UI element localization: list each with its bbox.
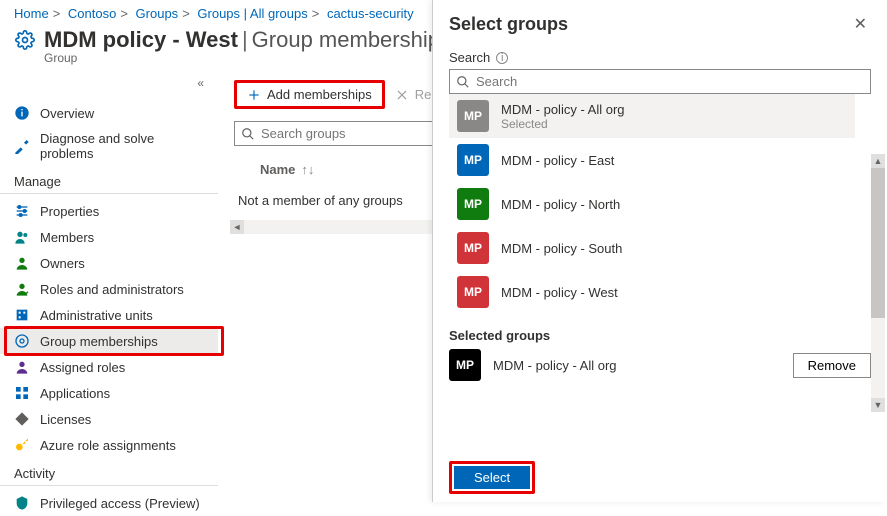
nav-owners[interactable]: Owners [0, 250, 218, 276]
group-name: MDM - policy - East [501, 153, 614, 168]
nav-label: Azure role assignments [40, 438, 176, 453]
group-selected-label: Selected [501, 117, 625, 131]
group-item-east[interactable]: MP MDM - policy - East [449, 138, 855, 182]
admin-icon [14, 281, 30, 297]
key-icon [14, 437, 30, 453]
group-item-west[interactable]: MP MDM - policy - West [449, 270, 855, 314]
sort-icon: ↑↓ [301, 162, 314, 177]
nav-diagnose[interactable]: Diagnose and solve problems [0, 126, 218, 166]
scroll-up-icon[interactable]: ▲ [871, 154, 885, 168]
vertical-scrollbar[interactable]: ▲ ▼ [871, 154, 885, 412]
nav-properties[interactable]: Properties [0, 198, 218, 224]
info-icon[interactable]: i [496, 52, 508, 64]
building-icon [14, 307, 30, 323]
highlight-box-select: Select [449, 461, 535, 494]
collapse-nav-icon[interactable]: « [197, 76, 204, 90]
panel-search-box[interactable] [449, 69, 871, 94]
group-name: MDM - policy - All org [493, 358, 617, 373]
person-icon [14, 255, 30, 271]
nav-section-activity: Activity [0, 458, 218, 486]
crumb-allgroups[interactable]: Groups | All groups [197, 6, 307, 21]
scroll-left-icon[interactable]: ◄ [230, 220, 244, 234]
page-subtitle-section: Group memberships [252, 27, 451, 53]
nav-label: Licenses [40, 412, 91, 427]
group-item-all-org[interactable]: MP MDM - policy - All org Selected [449, 94, 855, 138]
add-memberships-button[interactable]: Add memberships [237, 83, 382, 106]
selected-groups-header: Selected groups [449, 328, 871, 343]
crumb-cactus[interactable]: cactus-security [327, 6, 414, 21]
group-name: MDM - policy - South [501, 241, 622, 256]
group-badge: MP [457, 144, 489, 176]
nav-roles-admins[interactable]: Roles and administrators [0, 276, 218, 302]
nav-label: Assigned roles [40, 360, 125, 375]
group-badge: MP [457, 100, 489, 132]
nav-label: Privileged access (Preview) [40, 496, 200, 511]
nav-licenses[interactable]: Licenses [0, 406, 218, 432]
nav-label: Group memberships [40, 334, 158, 349]
select-button[interactable]: Select [454, 466, 530, 489]
nav-group-memberships[interactable]: Group memberships [0, 328, 218, 354]
nav-label: Diagnose and solve problems [40, 131, 204, 161]
group-name: MDM - policy - All org [501, 102, 625, 117]
side-nav: « Overview Diagnose and solve problems M… [0, 94, 218, 502]
crumb-home[interactable]: Home [14, 6, 49, 21]
nav-label: Owners [40, 256, 85, 271]
nav-label: Administrative units [40, 308, 153, 323]
people-icon [14, 229, 30, 245]
selected-group-row: MP MDM - policy - All org Remove [449, 349, 871, 381]
group-badge: MP [457, 188, 489, 220]
info-icon [14, 105, 30, 121]
gear-icon [14, 333, 30, 349]
nav-overview[interactable]: Overview [0, 100, 218, 126]
group-name: MDM - policy - West [501, 285, 618, 300]
nav-assigned-roles[interactable]: Assigned roles [0, 354, 218, 380]
tag-icon [14, 411, 30, 427]
crumb-groups[interactable]: Groups [136, 6, 179, 21]
scroll-down-icon[interactable]: ▼ [871, 398, 885, 412]
shield-icon [14, 495, 30, 511]
wrench-icon [14, 138, 30, 154]
select-groups-panel: Select groups ✕ Searchi MP MDM - policy … [432, 0, 887, 502]
group-badge: MP [449, 349, 481, 381]
nav-admin-units[interactable]: Administrative units [0, 302, 218, 328]
page-title: MDM policy - West [44, 27, 238, 53]
search-icon [241, 127, 255, 141]
panel-search-input[interactable] [476, 74, 864, 89]
search-label: Searchi [449, 50, 871, 65]
nav-label: Members [40, 230, 94, 245]
group-badge: MP [457, 276, 489, 308]
nav-label: Overview [40, 106, 94, 121]
group-item-north[interactable]: MP MDM - policy - North [449, 182, 855, 226]
toolbar-label: Add memberships [267, 87, 372, 102]
panel-title: Select groups [449, 14, 850, 35]
nav-azure-role[interactable]: Azure role assignments [0, 432, 218, 458]
search-icon [456, 75, 470, 89]
group-badge: MP [457, 232, 489, 264]
scrollbar-thumb[interactable] [871, 168, 885, 318]
nav-members[interactable]: Members [0, 224, 218, 250]
close-icon[interactable]: ✕ [850, 10, 871, 38]
group-name: MDM - policy - North [501, 197, 620, 212]
x-icon [395, 88, 409, 102]
group-item-south[interactable]: MP MDM - policy - South [449, 226, 855, 270]
apps-icon [14, 385, 30, 401]
nav-label: Applications [40, 386, 110, 401]
nav-privileged-access[interactable]: Privileged access (Preview) [0, 490, 218, 516]
highlight-box-add: Add memberships [234, 80, 385, 109]
sliders-icon [14, 203, 30, 219]
nav-label: Roles and administrators [40, 282, 184, 297]
title-separator: | [238, 27, 252, 53]
nav-label: Properties [40, 204, 99, 219]
nav-section-manage: Manage [0, 166, 218, 194]
remove-selected-button[interactable]: Remove [793, 353, 871, 378]
plus-icon [247, 88, 261, 102]
role-icon [14, 359, 30, 375]
nav-applications[interactable]: Applications [0, 380, 218, 406]
crumb-contoso[interactable]: Contoso [68, 6, 116, 21]
gear-icon [14, 29, 36, 51]
